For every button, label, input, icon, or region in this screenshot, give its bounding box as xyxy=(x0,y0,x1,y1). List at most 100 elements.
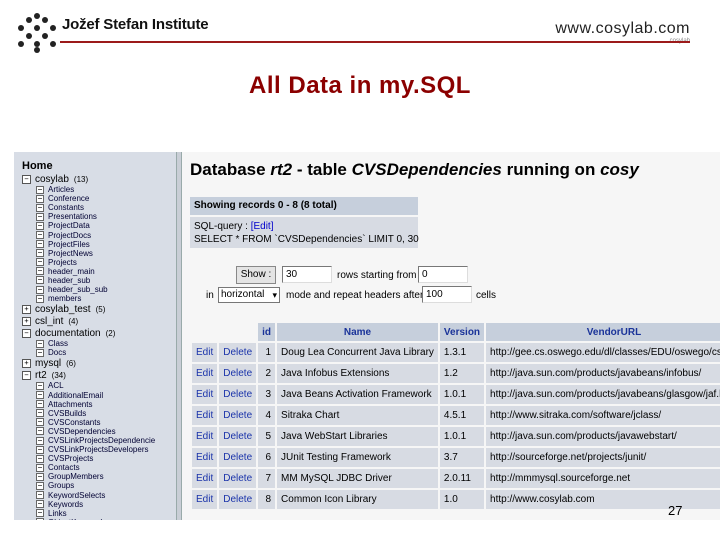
cell-vendorurl: http://gee.cs.oswego.edu/dl/classes/EDU/… xyxy=(486,343,720,362)
table-item[interactable]: CVSProjects xyxy=(22,454,155,463)
database-item[interactable]: − documentation (2) xyxy=(22,327,155,339)
table-name: Conference xyxy=(48,194,90,204)
cell-id: 7 xyxy=(258,469,276,488)
delete-link[interactable]: Delete xyxy=(219,448,257,467)
delete-link[interactable]: Delete xyxy=(219,406,257,425)
collapse-icon[interactable]: − xyxy=(22,370,31,380)
cell-id: 4 xyxy=(258,406,276,425)
table-item[interactable]: ProjectNews xyxy=(22,249,155,258)
repeat-headers-input[interactable]: 100 xyxy=(422,286,472,303)
edit-link[interactable]: Edit xyxy=(192,490,218,509)
table-item[interactable]: ACL xyxy=(22,381,155,390)
column-header-vendorurl[interactable]: VendorURL xyxy=(486,323,720,341)
column-header-name[interactable]: Name xyxy=(277,323,438,341)
table-item[interactable]: Constants xyxy=(22,203,155,212)
table-item[interactable]: CVSBuilds xyxy=(22,409,155,418)
edit-query-link[interactable]: [Edit] xyxy=(251,221,274,232)
delete-link[interactable]: Delete xyxy=(219,469,257,488)
table-name: Attachments xyxy=(48,399,93,409)
column-header-id[interactable]: id xyxy=(258,323,276,341)
table-item[interactable]: CVSLinkProjectsDevelopers xyxy=(22,445,155,454)
edit-link[interactable]: Edit xyxy=(192,385,218,404)
table-item[interactable]: Attachments xyxy=(22,400,155,409)
delete-link[interactable]: Delete xyxy=(219,385,257,404)
table-item[interactable]: header_main xyxy=(22,267,155,276)
home-link[interactable]: Home xyxy=(22,160,53,172)
header-spacer xyxy=(192,323,217,341)
delete-link[interactable]: Delete xyxy=(219,427,257,446)
collapse-icon[interactable]: − xyxy=(22,174,31,184)
table-item[interactable]: AdditionalEmail xyxy=(22,391,155,400)
table-icon xyxy=(36,500,44,509)
expand-icon[interactable]: + xyxy=(22,316,31,326)
table-row: Edit Delete 2 Java Infobus Extensions 1.2 htt… xyxy=(192,364,720,383)
table-item[interactable]: members xyxy=(22,294,155,303)
database-name: csl_int xyxy=(35,315,64,327)
table-count: (5) xyxy=(95,304,106,314)
expand-icon[interactable]: + xyxy=(22,358,31,368)
rows-count-input[interactable]: 30 xyxy=(282,266,332,283)
table-item[interactable]: header_sub_sub xyxy=(22,285,155,294)
display-mode-select[interactable]: horizontal xyxy=(218,287,280,303)
database-item[interactable]: + csl_int (4) xyxy=(22,315,155,327)
database-item[interactable]: − rt2 (34) xyxy=(22,369,155,381)
edit-link[interactable]: Edit xyxy=(192,364,218,383)
table-item[interactable]: ProjectData xyxy=(22,221,155,230)
cell-name: Java Infobus Extensions xyxy=(277,364,438,383)
cell-version: 1.0 xyxy=(439,490,485,509)
table-item[interactable]: Articles xyxy=(22,185,155,194)
delete-link[interactable]: Delete xyxy=(219,364,257,383)
edit-link[interactable]: Edit xyxy=(192,448,218,467)
table-name: Constants xyxy=(48,203,85,213)
edit-link[interactable]: Edit xyxy=(192,406,218,425)
table-item[interactable]: Docs xyxy=(22,348,155,357)
table-item[interactable]: Presentations xyxy=(22,212,155,221)
delete-link[interactable]: Delete xyxy=(219,343,257,362)
expand-icon[interactable]: + xyxy=(22,304,31,314)
table-row: Edit Delete 6 JUnit Testing Framework 3.7 htt… xyxy=(192,448,720,467)
database-name: cosylab_test xyxy=(35,303,91,315)
table-name: ProjectNews xyxy=(48,248,93,258)
table-item[interactable]: Projects xyxy=(22,258,155,267)
table-item[interactable]: Conference xyxy=(22,194,155,203)
database-item[interactable]: + mysql (6) xyxy=(22,357,155,369)
cell-version: 3.7 xyxy=(439,448,485,467)
table-item[interactable]: ObjectKeywords xyxy=(22,518,155,520)
table-count: (34) xyxy=(51,370,66,380)
table-item[interactable]: ProjectDocs xyxy=(22,230,155,240)
table-item[interactable]: CVSLinkProjectsDependencie xyxy=(22,436,155,445)
table-item[interactable]: ProjectFiles xyxy=(22,240,155,249)
table-item[interactable]: Contacts xyxy=(22,463,155,472)
table-item[interactable]: Keywords xyxy=(22,500,155,509)
table-item[interactable]: CVSDependencies xyxy=(22,427,155,436)
database-tree: − cosylab (13) Articles Conference Constants P… xyxy=(22,173,155,520)
table-item[interactable]: Groups xyxy=(22,481,155,490)
edit-link[interactable]: Edit xyxy=(192,343,218,362)
table-item[interactable]: GroupMembers xyxy=(22,472,155,481)
header-rule xyxy=(60,41,690,43)
table-item[interactable]: KeywordSelects xyxy=(22,491,155,500)
database-item[interactable]: + cosylab_test (5) xyxy=(22,303,155,315)
edit-link[interactable]: Edit xyxy=(192,469,218,488)
edit-link[interactable]: Edit xyxy=(192,427,218,446)
table-icon xyxy=(36,339,44,348)
table-name: AdditionalEmail xyxy=(48,390,104,400)
table-item[interactable]: Links xyxy=(22,509,155,518)
column-header-version[interactable]: Version xyxy=(439,323,485,341)
table-item[interactable]: header_sub xyxy=(22,276,155,285)
table-icon xyxy=(36,518,44,520)
table-count: (13) xyxy=(73,174,89,184)
database-item[interactable]: − cosylab (13) xyxy=(22,173,155,185)
main-pane: Database rt2 - table CVSDependencies run… xyxy=(182,152,720,520)
table-icon xyxy=(36,194,44,203)
collapse-icon[interactable]: − xyxy=(22,328,31,338)
delete-link[interactable]: Delete xyxy=(219,490,257,509)
show-button[interactable]: Show : xyxy=(236,266,276,284)
table-name: Groups xyxy=(48,481,75,491)
table-item[interactable]: Class xyxy=(22,339,155,348)
table-row: Edit Delete 1 Doug Lea Concurrent Java Libr… xyxy=(192,343,720,362)
in-label: in xyxy=(206,290,214,301)
start-row-input[interactable]: 0 xyxy=(418,266,468,283)
table-name: ObjectKeywords xyxy=(48,518,106,520)
table-item[interactable]: CVSConstants xyxy=(22,418,155,427)
